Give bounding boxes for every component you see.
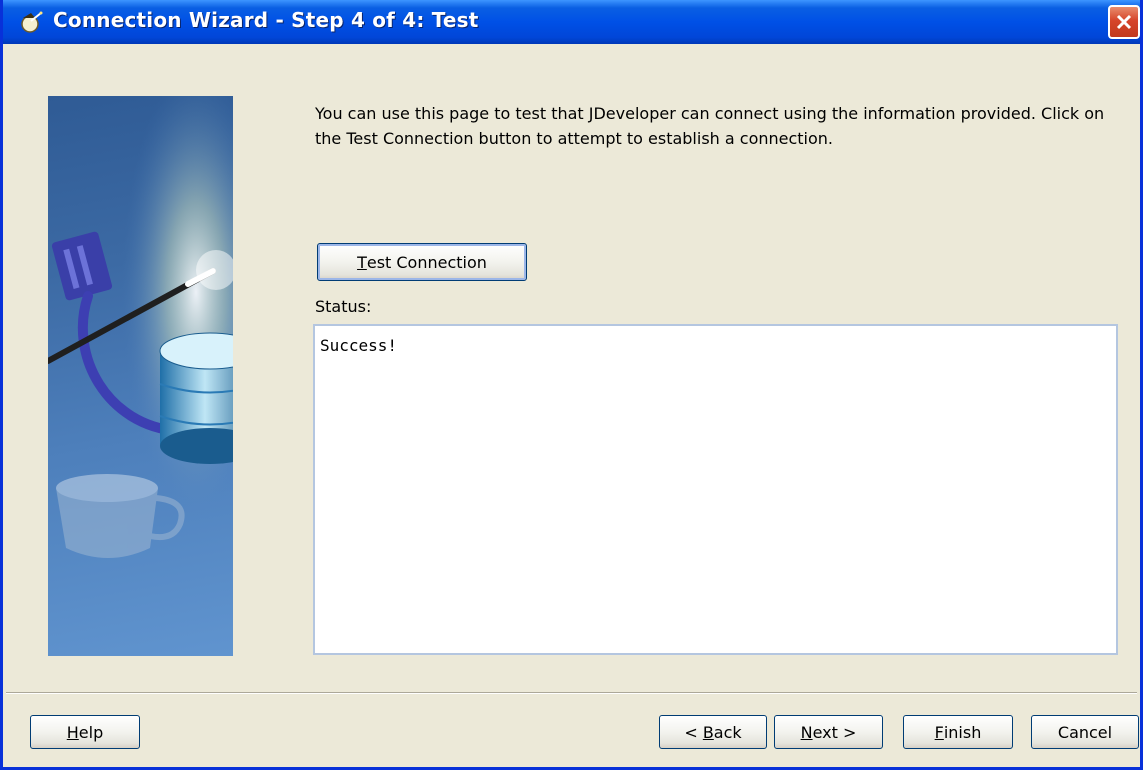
next-label: ext > <box>812 722 857 742</box>
connection-wizard-dialog: Connection Wizard - Step 4 of 4: Test Yo… <box>0 0 1143 770</box>
back-mnemonic: B <box>702 722 714 742</box>
test-connection-mnemonic: T <box>357 252 367 272</box>
database-icon <box>159 332 233 464</box>
help-label: elp <box>78 722 104 742</box>
title-bar[interactable]: Connection Wizard - Step 4 of 4: Test <box>3 0 1140 44</box>
status-text: Success! <box>320 336 398 355</box>
close-button[interactable] <box>1108 5 1140 39</box>
next-button[interactable]: Next > <box>774 715 883 749</box>
wizard-side-image <box>48 96 233 656</box>
test-connection-label: est Connection <box>366 252 487 272</box>
footer-divider <box>6 692 1137 694</box>
back-prefix: < <box>684 722 703 742</box>
back-button[interactable]: < Back <box>659 715 767 749</box>
finish-button[interactable]: Finish <box>903 715 1013 749</box>
back-label: ack <box>713 722 742 742</box>
next-mnemonic: N <box>800 722 813 742</box>
status-text-area[interactable]: Success! <box>313 324 1118 655</box>
help-mnemonic: H <box>66 722 79 742</box>
finish-mnemonic: F <box>934 722 944 742</box>
wizard-icon <box>21 11 43 33</box>
help-button[interactable]: Help <box>30 715 140 749</box>
status-label: Status: <box>315 297 372 316</box>
page-description: You can use this page to test that JDeve… <box>315 104 1105 148</box>
cancel-button[interactable]: Cancel <box>1031 715 1139 749</box>
cancel-label: Cancel <box>1057 722 1113 742</box>
test-connection-button[interactable]: Test Connection <box>317 243 527 281</box>
window-title: Connection Wizard - Step 4 of 4: Test <box>53 8 479 32</box>
close-x-icon <box>1116 14 1132 30</box>
finish-label: inish <box>943 722 982 742</box>
